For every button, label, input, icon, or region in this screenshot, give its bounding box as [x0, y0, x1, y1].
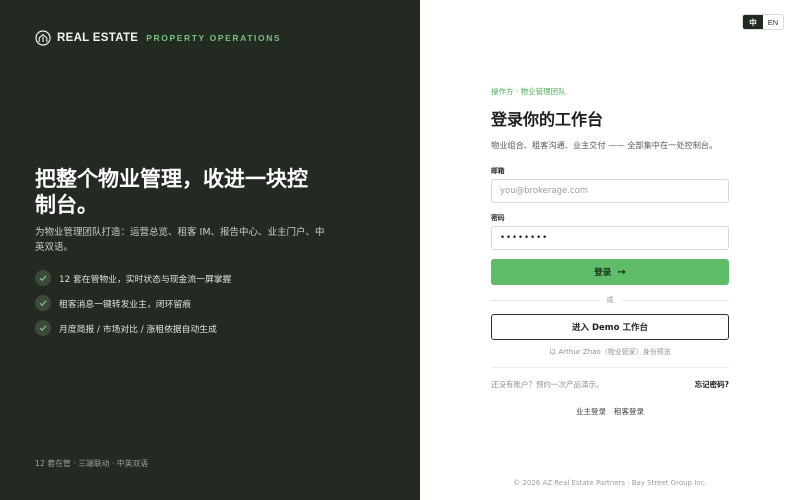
- brand: REAL ESTATE PROPERTY OPERATIONS: [35, 30, 281, 46]
- feature-text: 月度简报 / 市场对比 / 涨租依据自动生成: [59, 324, 217, 335]
- demo-workspace-button[interactable]: 进入 Demo 工作台: [491, 314, 729, 340]
- lang-zh-button[interactable]: 中: [743, 15, 763, 29]
- password-field-group: 密码: [491, 212, 729, 250]
- section-divider: [491, 367, 729, 368]
- brand-subtitle: PROPERTY OPERATIONS: [146, 33, 282, 43]
- login-form: 操作方 · 物业管理团队 登录你的工作台 物业组合、租客沟通、业主交付 —— 全…: [491, 86, 729, 417]
- book-demo-link[interactable]: 还没有账户？预约一次产品演示。: [491, 379, 604, 390]
- email-label: 邮箱: [491, 167, 505, 175]
- tenant-login-link[interactable]: 租客登录: [614, 406, 644, 417]
- house-logo-icon: [35, 30, 51, 46]
- portal-links: 业主登录 租客登录: [491, 406, 729, 417]
- feature-item: 月度简报 / 市场对比 / 涨租依据自动生成: [35, 320, 231, 336]
- forgot-password-link[interactable]: 忘记密码?: [695, 379, 729, 390]
- eyebrow-label: 操作方 · 物业管理团队: [491, 87, 566, 96]
- check-icon: [35, 270, 51, 286]
- divider-text: 或: [606, 296, 614, 304]
- hero-title: 把整个物业管理，收进一块控制台。: [35, 167, 308, 217]
- language-switcher: 中 EN: [742, 14, 784, 30]
- left-footer-tagline: 12 套在管 · 三端联动 · 中英双语: [35, 459, 149, 468]
- demo-note: 以 Arthur Zhao（物业管家）身份预览: [549, 348, 671, 356]
- account-links: 还没有账户？预约一次产品演示。 忘记密码?: [491, 379, 729, 390]
- arrow-right-icon: →: [617, 266, 626, 278]
- lang-en-button[interactable]: EN: [763, 15, 783, 29]
- or-divider: 或: [491, 295, 729, 305]
- feature-text: 租客消息一键转发业主，闭环留痕: [59, 299, 191, 310]
- password-label: 密码: [491, 214, 505, 222]
- feature-item: 租客消息一键转发业主，闭环留痕: [35, 295, 231, 311]
- check-icon: [35, 295, 51, 311]
- hero-description: 为物业管理团队打造：运营总览、租客 IM、报告中心、业主门户、中英双语。: [35, 227, 325, 253]
- copyright: © 2026 AZ Real Estate Partners · Bay Str…: [513, 479, 707, 487]
- feature-item: 12 套在管物业，实时状态与现金流一屏掌握: [35, 270, 231, 286]
- login-button[interactable]: 登录 →: [491, 259, 729, 285]
- owner-login-link[interactable]: 业主登录: [576, 406, 606, 417]
- login-page: REAL ESTATE PROPERTY OPERATIONS 把整个物业管理，…: [0, 0, 800, 500]
- login-panel: 中 EN 操作方 · 物业管理团队 登录你的工作台 物业组合、租客沟通、业主交付…: [420, 0, 800, 500]
- check-icon: [35, 320, 51, 336]
- divider-line: [621, 299, 729, 301]
- marketing-panel: REAL ESTATE PROPERTY OPERATIONS 把整个物业管理，…: [0, 0, 420, 500]
- form-description: 物业组合、租客沟通、业主交付 —— 全部集中在一处控制台。: [491, 140, 718, 150]
- brand-name: REAL ESTATE: [57, 32, 139, 44]
- feature-list: 12 套在管物业，实时状态与现金流一屏掌握 租客消息一键转发业主，闭环留痕 月度…: [35, 270, 231, 345]
- feature-text: 12 套在管物业，实时状态与现金流一屏掌握: [59, 274, 232, 285]
- email-field-group: 邮箱: [491, 165, 729, 203]
- login-button-label: 登录: [594, 268, 612, 278]
- divider-line: [491, 299, 599, 301]
- password-field[interactable]: [491, 226, 729, 250]
- form-title: 登录你的工作台: [491, 110, 604, 129]
- email-field[interactable]: [491, 179, 729, 203]
